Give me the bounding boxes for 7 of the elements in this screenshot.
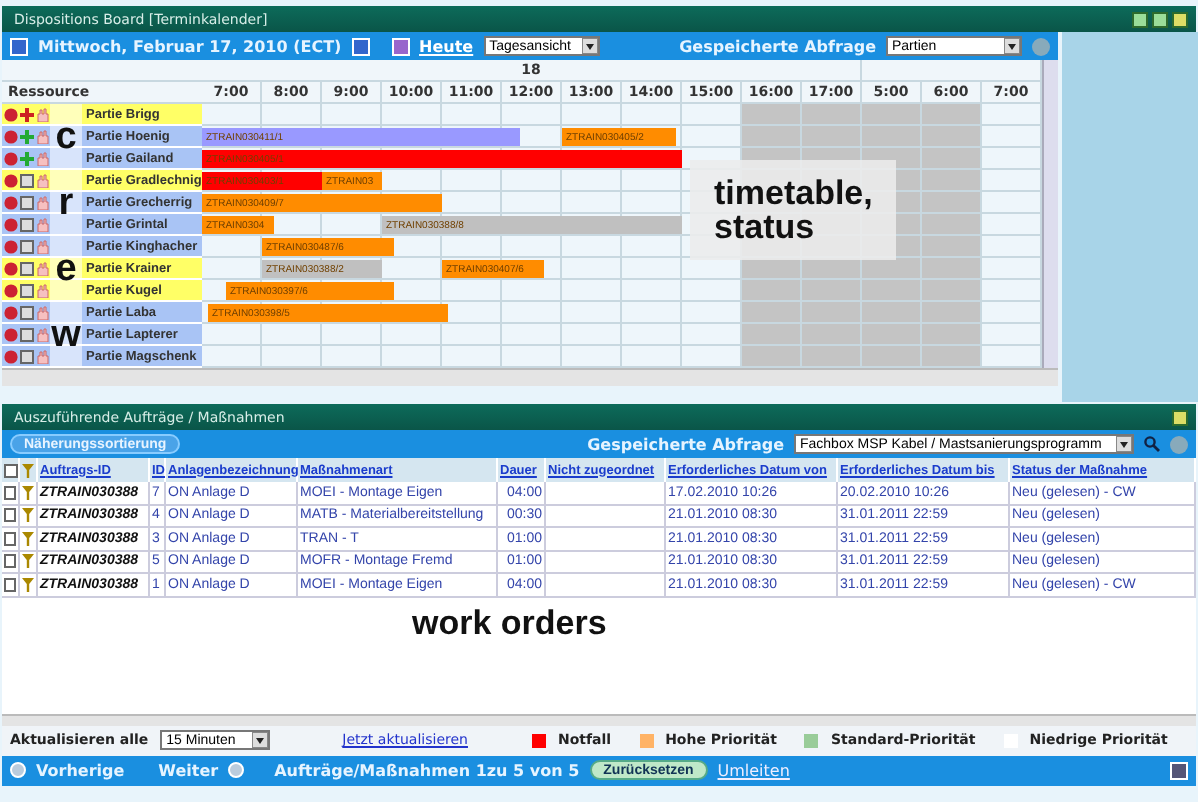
saved-query-label: Gespeicherte Abfrage <box>679 37 876 55</box>
date-label: Mittwoch, Februar 17, 2010 (ECT) <box>38 37 342 55</box>
paging-label: Aufträge/Maßnahmen 1zu 5 von 5 <box>274 761 580 779</box>
annotation-label: timetable, status <box>690 160 897 260</box>
today-link[interactable]: Heute <box>419 37 474 55</box>
saved-query-label: Gespeicherte Abfrage <box>587 435 784 453</box>
annotation-label: work orders <box>412 605 607 639</box>
